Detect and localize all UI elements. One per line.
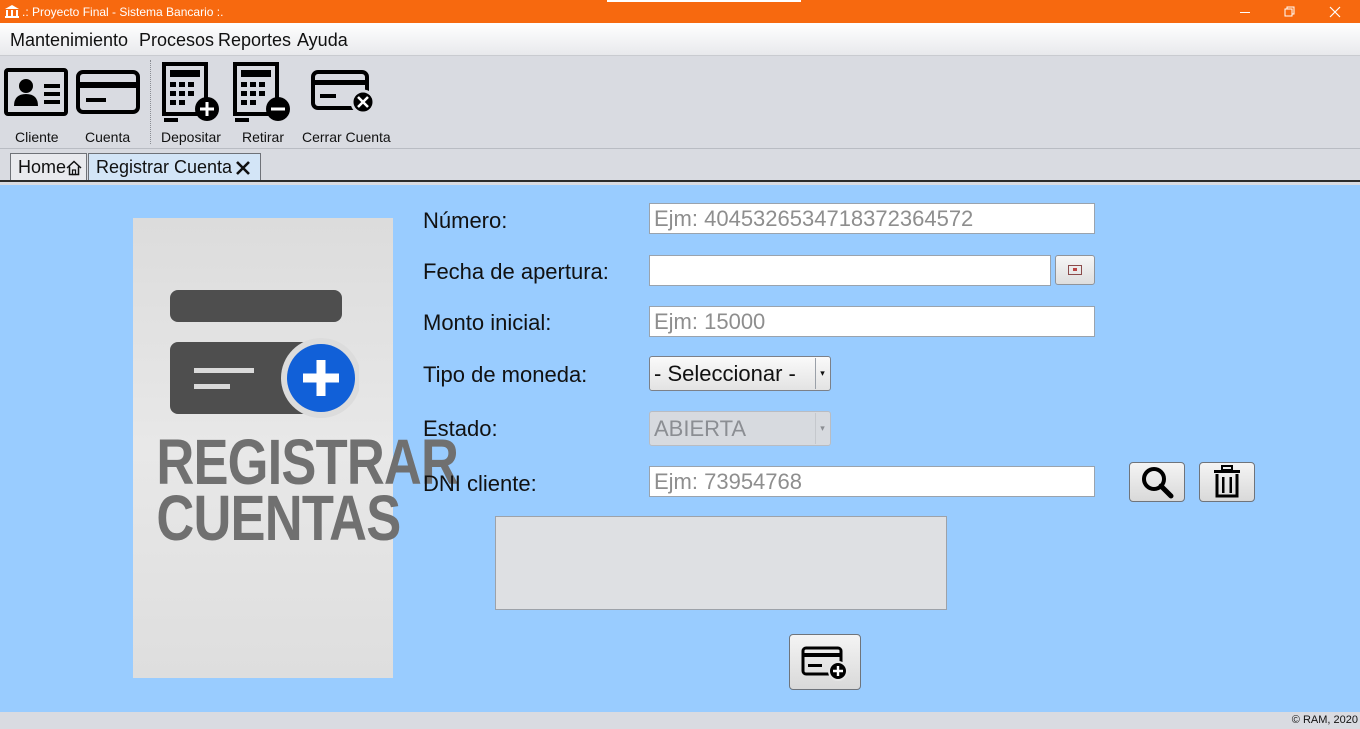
register-banner: REGISTRAR CUENTAS <box>133 218 459 678</box>
numero-input[interactable] <box>649 203 1095 234</box>
bank-icon <box>5 5 19 18</box>
calendar-button[interactable] <box>1055 255 1095 285</box>
restore-icon <box>1284 6 1294 16</box>
estado-label: Estado: <box>423 416 498 441</box>
restore-button[interactable] <box>1267 0 1312 23</box>
deposit-icon <box>162 62 219 122</box>
close-account-icon <box>311 70 376 115</box>
tab-registrar-cuenta-label: Registrar Cuenta <box>96 157 233 177</box>
fecha-input[interactable] <box>649 255 1051 286</box>
menu-reportes[interactable]: Reportes <box>218 30 291 51</box>
close-icon <box>1329 6 1340 17</box>
window-title: .: Proyecto Final - Sistema Bancario :. <box>22 5 224 19</box>
menu-bar: Mantenimiento Procesos Reportes Ayuda <box>0 23 1360 56</box>
id-card-icon <box>4 68 68 116</box>
banner-title-line2: CUENTAS <box>156 482 401 554</box>
tab-underline <box>0 180 1360 182</box>
toolbar-depositar-button[interactable]: Depositar <box>157 56 223 149</box>
register-account-button[interactable] <box>789 634 861 690</box>
toolbar-depositar-label: Depositar <box>161 129 221 145</box>
estado-select: ABIERTA ▾ <box>649 411 831 446</box>
toolbar-retirar-button[interactable]: Retirar <box>229 56 295 149</box>
close-button[interactable] <box>1312 0 1357 23</box>
tab-home-label: Home <box>18 157 67 177</box>
numero-label: Número: <box>423 208 508 233</box>
toolbar-separator <box>150 60 151 144</box>
close-tab-icon[interactable] <box>235 160 251 176</box>
minimize-button[interactable] <box>1222 0 1267 23</box>
toolbar-cuenta-label: Cuenta <box>85 129 131 145</box>
moneda-select[interactable]: - Seleccionar - ▾ <box>649 356 831 391</box>
toolbar-cerrar-cuenta-button[interactable]: Cerrar Cuenta <box>299 56 391 149</box>
tab-registrar-cuenta[interactable]: Registrar Cuenta <box>88 153 261 181</box>
fecha-label: Fecha de apertura: <box>423 259 609 284</box>
minimize-icon <box>1239 11 1250 13</box>
chevron-down-icon: ▾ <box>815 413 829 444</box>
menu-ayuda[interactable]: Ayuda <box>297 30 348 51</box>
dni-label: DNI cliente: <box>423 471 537 496</box>
register-account-panel: REGISTRAR CUENTAS Número: Fecha de apert… <box>0 185 1360 712</box>
withdraw-icon <box>233 62 290 122</box>
tab-strip: Home Registrar Cuenta <box>0 149 1360 185</box>
toolbar-retirar-label: Retirar <box>242 129 285 145</box>
add-card-icon <box>170 290 359 418</box>
calendar-icon <box>1068 265 1082 275</box>
dni-input[interactable] <box>649 466 1095 497</box>
home-icon <box>66 160 82 176</box>
trash-icon <box>1214 465 1240 498</box>
add-card-icon <box>801 646 848 681</box>
status-bar: © RAM, 2020 <box>0 712 1360 729</box>
toolbar-cerrar-cuenta-label: Cerrar Cuenta <box>302 129 391 145</box>
title-bar: .: Proyecto Final - Sistema Bancario :. <box>0 0 1360 23</box>
toolbar-cuenta-button[interactable]: Cuenta <box>74 56 142 149</box>
title-decoration <box>607 0 801 2</box>
search-client-button[interactable] <box>1129 462 1185 502</box>
client-info-box <box>495 516 947 610</box>
toolbar-cliente-label: Cliente <box>15 129 59 145</box>
copyright-text: © RAM, 2020 <box>1291 714 1358 726</box>
moneda-label: Tipo de moneda: <box>423 362 588 387</box>
menu-mantenimiento[interactable]: Mantenimiento <box>10 30 128 51</box>
credit-card-icon <box>76 70 140 114</box>
estado-selected: ABIERTA <box>654 416 747 441</box>
toolbar: Cliente Cuenta Depositar Retirar Cerrar … <box>0 56 1360 149</box>
search-icon <box>1142 467 1174 499</box>
monto-input[interactable] <box>649 306 1095 337</box>
chevron-down-icon: ▾ <box>815 358 829 389</box>
menu-procesos[interactable]: Procesos <box>139 30 214 51</box>
toolbar-cliente-button[interactable]: Cliente <box>3 56 69 149</box>
tab-home[interactable]: Home <box>10 153 87 181</box>
clear-client-button[interactable] <box>1199 462 1255 502</box>
monto-label: Monto inicial: <box>423 310 552 335</box>
moneda-selected: - Seleccionar - <box>654 361 796 386</box>
